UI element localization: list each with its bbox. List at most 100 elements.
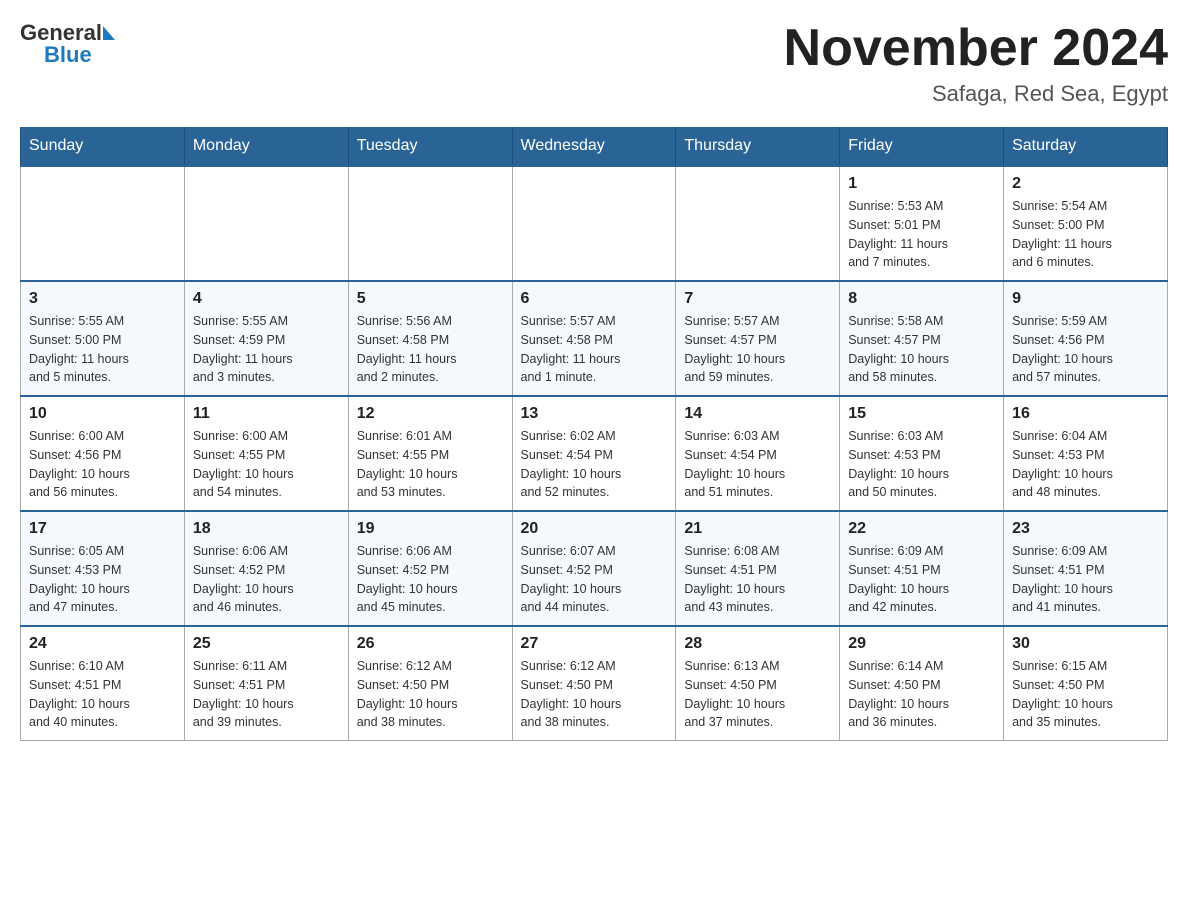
day-info: Sunrise: 6:06 AM Sunset: 4:52 PM Dayligh… bbox=[357, 542, 504, 617]
day-number: 30 bbox=[1012, 635, 1159, 653]
day-info: Sunrise: 5:57 AM Sunset: 4:57 PM Dayligh… bbox=[684, 312, 831, 387]
calendar-cell: 9 Sunrise: 5:59 AM Sunset: 4:56 PM Daylig… bbox=[1004, 281, 1168, 396]
calendar-cell: 28 Sunrise: 6:13 AM Sunset: 4:50 PM Dayli… bbox=[676, 626, 840, 741]
calendar-cell: 8 Sunrise: 5:58 AM Sunset: 4:57 PM Daylig… bbox=[840, 281, 1004, 396]
logo-triangle-icon bbox=[103, 26, 115, 40]
calendar-cell: 12Sunrise: 6:01 AM Sunset: 4:55 PM Dayli… bbox=[348, 396, 512, 511]
page-header: General Blue November 2024 Safaga, Red S… bbox=[20, 20, 1168, 107]
column-header-friday: Friday bbox=[840, 127, 1004, 166]
day-number: 17 bbox=[29, 520, 176, 538]
day-number: 3 bbox=[29, 290, 176, 308]
calendar-cell: 11Sunrise: 6:00 AM Sunset: 4:55 PM Dayli… bbox=[184, 396, 348, 511]
day-number: 28 bbox=[684, 635, 831, 653]
day-number: 21 bbox=[684, 520, 831, 538]
column-header-saturday: Saturday bbox=[1004, 127, 1168, 166]
day-info: Sunrise: 6:01 AM Sunset: 4:55 PM Dayligh… bbox=[357, 427, 504, 502]
calendar-cell: 7 Sunrise: 5:57 AM Sunset: 4:57 PM Daylig… bbox=[676, 281, 840, 396]
day-info: Sunrise: 6:12 AM Sunset: 4:50 PM Dayligh… bbox=[357, 657, 504, 732]
calendar-cell: 15 Sunrise: 6:03 AM Sunset: 4:53 PM Dayli… bbox=[840, 396, 1004, 511]
day-info: Sunrise: 6:08 AM Sunset: 4:51 PM Dayligh… bbox=[684, 542, 831, 617]
calendar-cell bbox=[348, 166, 512, 281]
calendar-cell: 5 Sunrise: 5:56 AM Sunset: 4:58 PM Daylig… bbox=[348, 281, 512, 396]
day-number: 1 bbox=[848, 175, 995, 193]
calendar-week-row: 24 Sunrise: 6:10 AM Sunset: 4:51 PM Dayli… bbox=[21, 626, 1168, 741]
day-number: 8 bbox=[848, 290, 995, 308]
day-info: Sunrise: 5:58 AM Sunset: 4:57 PM Dayligh… bbox=[848, 312, 995, 387]
calendar-cell: 30 Sunrise: 6:15 AM Sunset: 4:50 PM Dayli… bbox=[1004, 626, 1168, 741]
calendar-cell: 16 Sunrise: 6:04 AM Sunset: 4:53 PM Dayli… bbox=[1004, 396, 1168, 511]
day-info: Sunrise: 6:05 AM Sunset: 4:53 PM Dayligh… bbox=[29, 542, 176, 617]
day-number: 9 bbox=[1012, 290, 1159, 308]
day-number: 22 bbox=[848, 520, 995, 538]
day-number: 29 bbox=[848, 635, 995, 653]
day-info: Sunrise: 6:15 AM Sunset: 4:50 PM Dayligh… bbox=[1012, 657, 1159, 732]
day-info: Sunrise: 5:57 AM Sunset: 4:58 PM Dayligh… bbox=[521, 312, 668, 387]
day-number: 19 bbox=[357, 520, 504, 538]
calendar-cell bbox=[21, 166, 185, 281]
day-info: Sunrise: 6:13 AM Sunset: 4:50 PM Dayligh… bbox=[684, 657, 831, 732]
day-number: 10 bbox=[29, 405, 176, 423]
calendar-cell: 19 Sunrise: 6:06 AM Sunset: 4:52 PM Dayli… bbox=[348, 511, 512, 626]
day-number: 23 bbox=[1012, 520, 1159, 538]
day-info: Sunrise: 6:00 AM Sunset: 4:56 PM Dayligh… bbox=[29, 427, 176, 502]
day-number: 20 bbox=[521, 520, 668, 538]
day-info: Sunrise: 6:10 AM Sunset: 4:51 PM Dayligh… bbox=[29, 657, 176, 732]
calendar-week-row: 1Sunrise: 5:53 AM Sunset: 5:01 PM Daylig… bbox=[21, 166, 1168, 281]
column-header-sunday: Sunday bbox=[21, 127, 185, 166]
day-number: 24 bbox=[29, 635, 176, 653]
day-info: Sunrise: 6:12 AM Sunset: 4:50 PM Dayligh… bbox=[521, 657, 668, 732]
logo: General Blue bbox=[20, 20, 115, 68]
calendar-cell bbox=[676, 166, 840, 281]
day-info: Sunrise: 6:09 AM Sunset: 4:51 PM Dayligh… bbox=[848, 542, 995, 617]
day-info: Sunrise: 5:55 AM Sunset: 4:59 PM Dayligh… bbox=[193, 312, 340, 387]
column-header-tuesday: Tuesday bbox=[348, 127, 512, 166]
day-number: 26 bbox=[357, 635, 504, 653]
calendar-header-row: SundayMondayTuesdayWednesdayThursdayFrid… bbox=[21, 127, 1168, 166]
calendar-table: SundayMondayTuesdayWednesdayThursdayFrid… bbox=[20, 127, 1168, 741]
calendar-cell: 6 Sunrise: 5:57 AM Sunset: 4:58 PM Daylig… bbox=[512, 281, 676, 396]
calendar-cell: 21 Sunrise: 6:08 AM Sunset: 4:51 PM Dayli… bbox=[676, 511, 840, 626]
calendar-cell bbox=[184, 166, 348, 281]
calendar-week-row: 3 Sunrise: 5:55 AM Sunset: 5:00 PM Daylig… bbox=[21, 281, 1168, 396]
calendar-cell: 27 Sunrise: 6:12 AM Sunset: 4:50 PM Dayli… bbox=[512, 626, 676, 741]
calendar-cell bbox=[512, 166, 676, 281]
calendar-cell: 26 Sunrise: 6:12 AM Sunset: 4:50 PM Dayli… bbox=[348, 626, 512, 741]
day-info: Sunrise: 6:11 AM Sunset: 4:51 PM Dayligh… bbox=[193, 657, 340, 732]
calendar-cell: 10 Sunrise: 6:00 AM Sunset: 4:56 PM Dayli… bbox=[21, 396, 185, 511]
calendar-cell: 25 Sunrise: 6:11 AM Sunset: 4:51 PM Dayli… bbox=[184, 626, 348, 741]
calendar-cell: 24 Sunrise: 6:10 AM Sunset: 4:51 PM Dayli… bbox=[21, 626, 185, 741]
day-number: 4 bbox=[193, 290, 340, 308]
calendar-title: November 2024 bbox=[784, 20, 1168, 77]
calendar-cell: 4 Sunrise: 5:55 AM Sunset: 4:59 PM Daylig… bbox=[184, 281, 348, 396]
calendar-subtitle: Safaga, Red Sea, Egypt bbox=[784, 81, 1168, 107]
day-info: Sunrise: 5:55 AM Sunset: 5:00 PM Dayligh… bbox=[29, 312, 176, 387]
calendar-cell: 2 Sunrise: 5:54 AM Sunset: 5:00 PM Daylig… bbox=[1004, 166, 1168, 281]
calendar-cell: 13 Sunrise: 6:02 AM Sunset: 4:54 PM Dayli… bbox=[512, 396, 676, 511]
day-info: Sunrise: 6:09 AM Sunset: 4:51 PM Dayligh… bbox=[1012, 542, 1159, 617]
day-info: Sunrise: 6:07 AM Sunset: 4:52 PM Dayligh… bbox=[521, 542, 668, 617]
calendar-cell: 1Sunrise: 5:53 AM Sunset: 5:01 PM Daylig… bbox=[840, 166, 1004, 281]
day-info: Sunrise: 6:03 AM Sunset: 4:53 PM Dayligh… bbox=[848, 427, 995, 502]
day-number: 15 bbox=[848, 405, 995, 423]
day-info: Sunrise: 5:56 AM Sunset: 4:58 PM Dayligh… bbox=[357, 312, 504, 387]
day-info: Sunrise: 5:54 AM Sunset: 5:00 PM Dayligh… bbox=[1012, 197, 1159, 272]
day-number: 27 bbox=[521, 635, 668, 653]
calendar-cell: 14Sunrise: 6:03 AM Sunset: 4:54 PM Dayli… bbox=[676, 396, 840, 511]
day-number: 18 bbox=[193, 520, 340, 538]
calendar-cell: 17 Sunrise: 6:05 AM Sunset: 4:53 PM Dayli… bbox=[21, 511, 185, 626]
day-info: Sunrise: 6:14 AM Sunset: 4:50 PM Dayligh… bbox=[848, 657, 995, 732]
day-number: 5 bbox=[357, 290, 504, 308]
day-number: 2 bbox=[1012, 175, 1159, 193]
title-area: November 2024 Safaga, Red Sea, Egypt bbox=[784, 20, 1168, 107]
day-number: 16 bbox=[1012, 405, 1159, 423]
day-number: 7 bbox=[684, 290, 831, 308]
day-info: Sunrise: 6:04 AM Sunset: 4:53 PM Dayligh… bbox=[1012, 427, 1159, 502]
calendar-cell: 29 Sunrise: 6:14 AM Sunset: 4:50 PM Dayli… bbox=[840, 626, 1004, 741]
calendar-week-row: 10 Sunrise: 6:00 AM Sunset: 4:56 PM Dayli… bbox=[21, 396, 1168, 511]
day-number: 25 bbox=[193, 635, 340, 653]
day-number: 13 bbox=[521, 405, 668, 423]
day-info: Sunrise: 6:02 AM Sunset: 4:54 PM Dayligh… bbox=[521, 427, 668, 502]
day-number: 6 bbox=[521, 290, 668, 308]
column-header-thursday: Thursday bbox=[676, 127, 840, 166]
day-info: Sunrise: 5:59 AM Sunset: 4:56 PM Dayligh… bbox=[1012, 312, 1159, 387]
